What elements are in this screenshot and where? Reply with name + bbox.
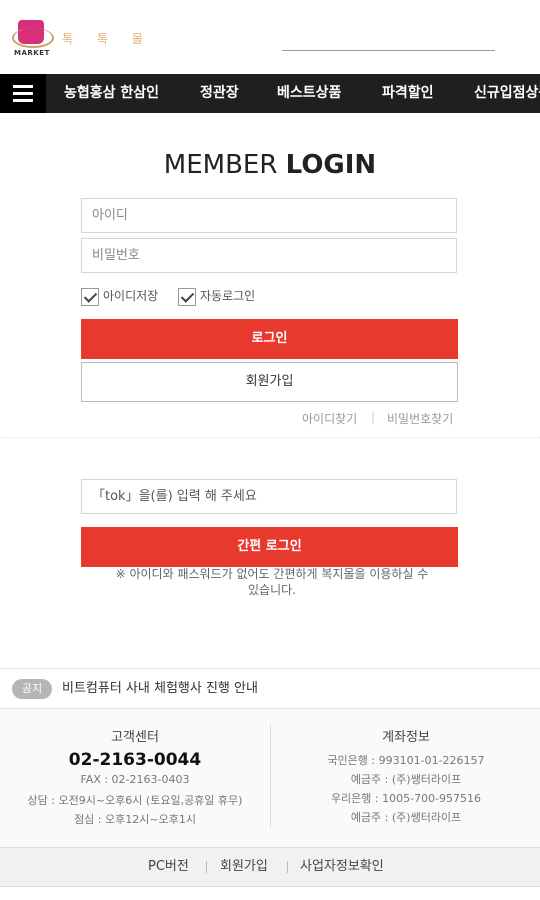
find-id-link[interactable]: 아이디찾기 xyxy=(302,410,357,427)
footer-top-divider xyxy=(0,708,540,709)
cs-hours: 상담 : 오전9시~오후6시 (토요일,공휴일 휴무) xyxy=(27,794,243,807)
save-id-label: 아이디저장 xyxy=(103,289,159,303)
notice-link[interactable]: 비트컴퓨터 사내 체험행사 진행 안내 xyxy=(62,679,258,699)
pc-version-link[interactable]: PC버전 xyxy=(148,848,189,886)
login-button[interactable]: 로그인 xyxy=(81,319,458,359)
join-button[interactable]: 회원가입 xyxy=(81,362,458,402)
page-title: MEMBER LOGIN xyxy=(0,150,540,180)
account-title: 계좌정보 xyxy=(382,730,430,745)
checkmark-icon xyxy=(81,287,99,306)
easy-login-input[interactable]: 「tok」을(를) 입력 해 주세요 xyxy=(81,479,457,514)
header: MARKET 톡 톡 몰 xyxy=(0,0,540,74)
main-nav: 농협홍삼 한삼인 정관장 베스트상품 파격할인 신규입점상품 xyxy=(0,74,540,113)
site-logo[interactable]: MARKET xyxy=(12,16,54,60)
account-holder2: 예금주 : (주)쌩터라이프 xyxy=(350,811,462,824)
brand-name: 톡 톡 몰 xyxy=(62,32,153,46)
easy-login-button[interactable]: 간편 로그인 xyxy=(81,527,458,567)
notice-badge: 공지 xyxy=(12,679,52,699)
account-bank2: 우리은행 : 1005-700-957516 xyxy=(330,792,482,805)
hamburger-menu-icon[interactable] xyxy=(0,74,46,113)
title-member: MEMBER xyxy=(163,150,278,180)
auto-login-label: 자동로그인 xyxy=(200,289,256,303)
bottom-join-link[interactable]: 회원가입 xyxy=(220,848,268,886)
cs-fax: FAX : 02-2163-0403 xyxy=(80,773,190,786)
link-separator xyxy=(206,861,207,873)
notice-top-divider xyxy=(0,668,540,669)
cs-title: 고객센터 xyxy=(111,730,159,745)
password-input[interactable]: 비밀번호 xyxy=(81,238,457,273)
nav-item-best[interactable]: 베스트상품 xyxy=(277,74,341,113)
find-password-link[interactable]: 비밀번호찾기 xyxy=(387,410,453,427)
auto-login-checkbox[interactable]: 자동로그인 xyxy=(178,286,255,306)
header-divider xyxy=(282,50,495,51)
cs-phone[interactable]: 02-2163-0044 xyxy=(0,750,270,770)
account-holder1: 예금주 : (주)쌩터라이프 xyxy=(350,773,462,786)
nav-item-hansamin[interactable]: 농협홍삼 한삼인 xyxy=(64,74,159,113)
account-bank1: 국민은행 : 993101-01-226157 xyxy=(327,754,485,767)
nav-item-discount[interactable]: 파격할인 xyxy=(382,74,434,113)
easy-login-note-line1: ※ 아이디와 패스워드가 없어도 간편하게 복지몰을 이용하실 수 xyxy=(115,567,429,581)
business-info-link[interactable]: 사업자정보확인 xyxy=(300,848,384,886)
logo-text: MARKET xyxy=(14,49,50,57)
find-separator: | xyxy=(371,410,376,424)
bottom-links-bar: PC버전 회원가입 사업자정보확인 xyxy=(0,847,540,887)
footer-column-divider xyxy=(270,724,271,828)
nav-item-new[interactable]: 신규입점상품 xyxy=(474,74,540,113)
nav-item-jeonggwanjang[interactable]: 정관장 xyxy=(200,74,239,113)
link-separator xyxy=(287,861,288,873)
title-login: LOGIN xyxy=(285,150,377,180)
cs-lunch: 점심 : 오후12시~오후1시 xyxy=(74,813,196,826)
shopping-bag-icon xyxy=(12,20,54,48)
checkmark-icon xyxy=(178,287,196,306)
section-divider xyxy=(0,437,540,438)
id-input[interactable]: 아이디 xyxy=(81,198,457,233)
easy-login-note-line2: 있습니다. xyxy=(248,583,296,597)
easy-login-note: ※ 아이디와 패스워드가 없어도 간편하게 복지몰을 이용하실 수 있습니다. xyxy=(86,566,458,598)
save-id-checkbox[interactable]: 아이디저장 xyxy=(81,286,158,306)
